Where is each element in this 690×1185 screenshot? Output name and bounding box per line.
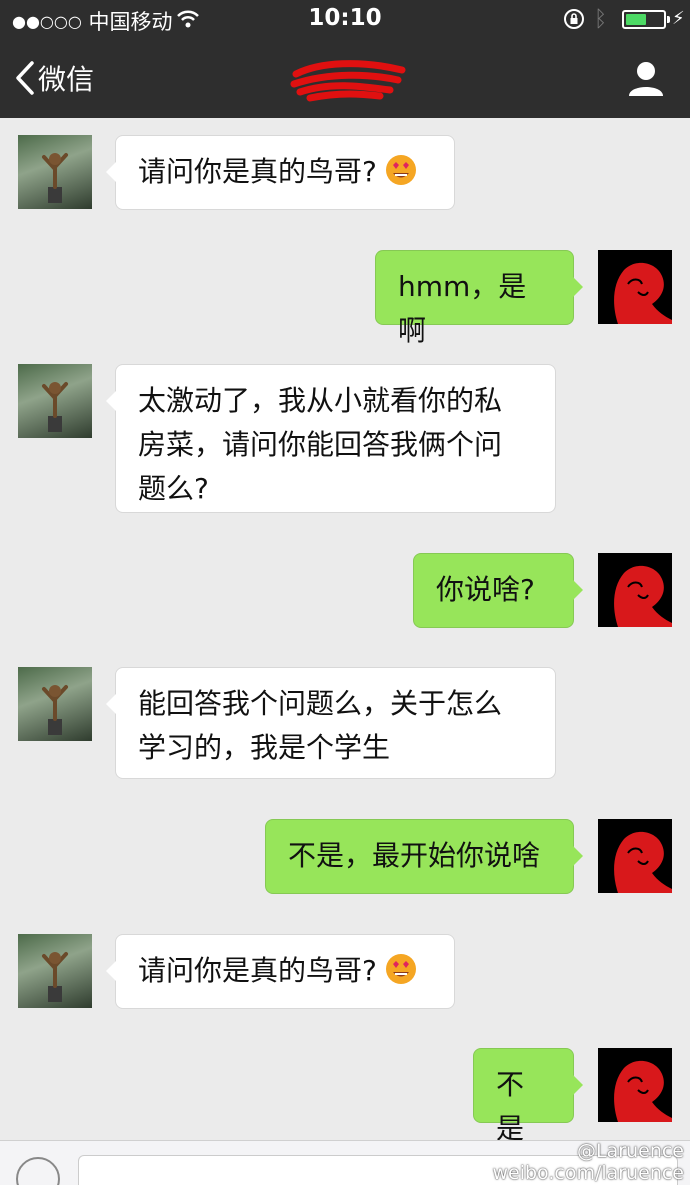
sender-avatar[interactable] bbox=[18, 667, 92, 741]
message-text: 不是 bbox=[496, 1068, 525, 1145]
status-bar: ●●○○○ 中国移动 10:10 ᛒ ⚡ bbox=[0, 0, 690, 40]
message-text: 请问你是真的鸟哥? bbox=[138, 954, 377, 987]
message-line: 能回答我个问题么，关于怎么 bbox=[138, 687, 503, 720]
back-button[interactable]: 微信 bbox=[14, 58, 94, 98]
message-outgoing: 你说啥? bbox=[0, 552, 690, 632]
message-bubble[interactable]: 太激动了，我从小就看你的私 房菜，请问你能回答我俩个问 题么? bbox=[106, 364, 556, 513]
sender-avatar[interactable] bbox=[18, 135, 92, 209]
my-avatar[interactable] bbox=[598, 250, 672, 324]
message-text: hmm，是啊 bbox=[398, 270, 527, 347]
nav-bar: 微信 bbox=[0, 40, 690, 118]
rotation-lock-icon bbox=[564, 9, 584, 29]
message-bubble[interactable]: 你说啥? bbox=[413, 553, 583, 628]
heart-eyes-emoji-icon bbox=[385, 954, 416, 984]
message-line: 太激动了，我从小就看你的私 bbox=[138, 384, 503, 417]
message-bubble[interactable]: 不是 bbox=[473, 1048, 583, 1145]
message-outgoing: 不是，最开始你说啥 bbox=[0, 818, 690, 898]
contact-info-icon[interactable] bbox=[626, 58, 666, 98]
message-outgoing: hmm，是啊 bbox=[0, 248, 690, 347]
message-outgoing: 不是 bbox=[0, 1048, 690, 1145]
chat-area: 请问你是真的鸟哥? hmm，是啊 太激动了，我从小就看你的私 房菜，请问你能回答… bbox=[0, 118, 690, 1145]
message-incoming: 太激动了，我从小就看你的私 房菜，请问你能回答我俩个问 题么? bbox=[0, 363, 690, 518]
message-bubble[interactable]: hmm，是啊 bbox=[375, 250, 583, 347]
message-bubble[interactable]: 请问你是真的鸟哥? bbox=[106, 934, 455, 1009]
back-label: 微信 bbox=[38, 63, 95, 96]
my-avatar[interactable] bbox=[598, 819, 672, 893]
heart-eyes-emoji-icon bbox=[385, 155, 416, 185]
message-line: 房菜，请问你能回答我俩个问 bbox=[138, 428, 503, 461]
weibo-watermark: @Laruence weibo.com/laruence bbox=[492, 1140, 684, 1184]
message-text: 不是，最开始你说啥 bbox=[288, 839, 541, 872]
clock: 10:10 bbox=[308, 5, 382, 31]
message-line: 题么? bbox=[138, 472, 209, 505]
voice-input-button[interactable] bbox=[16, 1157, 60, 1185]
sender-avatar[interactable] bbox=[18, 364, 92, 438]
my-avatar[interactable] bbox=[598, 1048, 672, 1122]
sender-avatar[interactable] bbox=[18, 934, 92, 1008]
redacted-contact-name bbox=[290, 60, 406, 102]
battery-icon bbox=[622, 10, 670, 29]
watermark-handle: @Laruence bbox=[577, 1140, 684, 1162]
watermark-url: weibo.com/laruence bbox=[492, 1162, 684, 1184]
message-bubble[interactable]: 能回答我个问题么，关于怎么 学习的，我是个学生 bbox=[106, 667, 556, 779]
message-incoming: 能回答我个问题么，关于怎么 学习的，我是个学生 bbox=[0, 666, 690, 781]
charging-icon: ⚡ bbox=[672, 8, 685, 29]
message-text: 请问你是真的鸟哥? bbox=[138, 155, 377, 188]
message-bubble[interactable]: 请问你是真的鸟哥? bbox=[106, 135, 455, 210]
message-text: 你说啥? bbox=[436, 573, 535, 606]
chevron-left-icon bbox=[16, 61, 34, 95]
message-incoming: 请问你是真的鸟哥? bbox=[0, 118, 690, 218]
message-bubble[interactable]: 不是，最开始你说啥 bbox=[265, 819, 583, 894]
my-avatar[interactable] bbox=[598, 553, 672, 627]
message-incoming: 请问你是真的鸟哥? bbox=[0, 933, 690, 1013]
message-line: 学习的，我是个学生 bbox=[138, 731, 391, 764]
bluetooth-icon: ᛒ bbox=[594, 7, 608, 32]
